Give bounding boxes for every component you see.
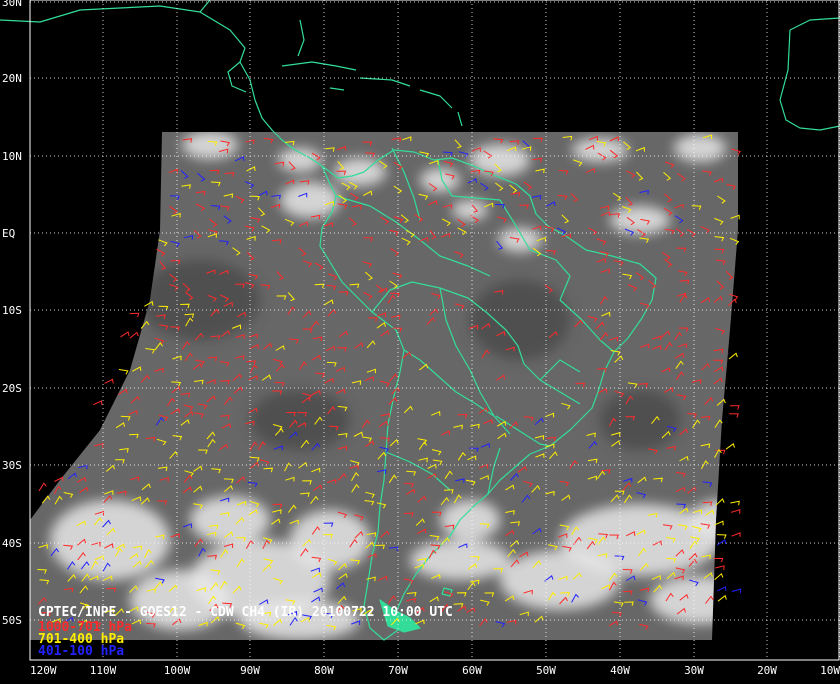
- lon-label: 40W: [610, 664, 630, 677]
- lat-label: 30N: [2, 0, 22, 9]
- lon-label: 100W: [164, 664, 191, 677]
- map-canvas: 30N 20N 10N EQ 10S 20S 30S 40S 50S 120W 110W 100W 90…: [0, 0, 840, 680]
- lat-label: 40S: [2, 537, 22, 550]
- lon-label: 70W: [388, 664, 408, 677]
- legend-item-high-level: 401-100 hPa: [38, 644, 124, 659]
- lat-label: 50S: [2, 614, 22, 627]
- lon-label: 50W: [536, 664, 556, 677]
- lon-label: 90W: [240, 664, 260, 677]
- lon-label: 60W: [462, 664, 482, 677]
- lat-label: 20S: [2, 382, 22, 395]
- lon-label: 10W: [820, 664, 840, 677]
- lon-label: 110W: [90, 664, 117, 677]
- lat-label: 10N: [2, 150, 22, 163]
- lon-label: 80W: [314, 664, 334, 677]
- lat-label: 10S: [2, 304, 22, 317]
- lat-label: 20N: [2, 72, 22, 85]
- lat-label: 30S: [2, 459, 22, 472]
- map-title: CPTEC/INPE - GOES12 - CDW CH4 (IR) 20100…: [38, 605, 453, 620]
- lon-label: 30W: [684, 664, 704, 677]
- satellite-wind-map: 30N 20N 10N EQ 10S 20S 30S 40S 50S 120W 110W 100W 90…: [0, 0, 840, 680]
- lon-label: 20W: [757, 664, 777, 677]
- lon-label: 120W: [30, 664, 57, 677]
- lat-label: EQ: [2, 227, 15, 240]
